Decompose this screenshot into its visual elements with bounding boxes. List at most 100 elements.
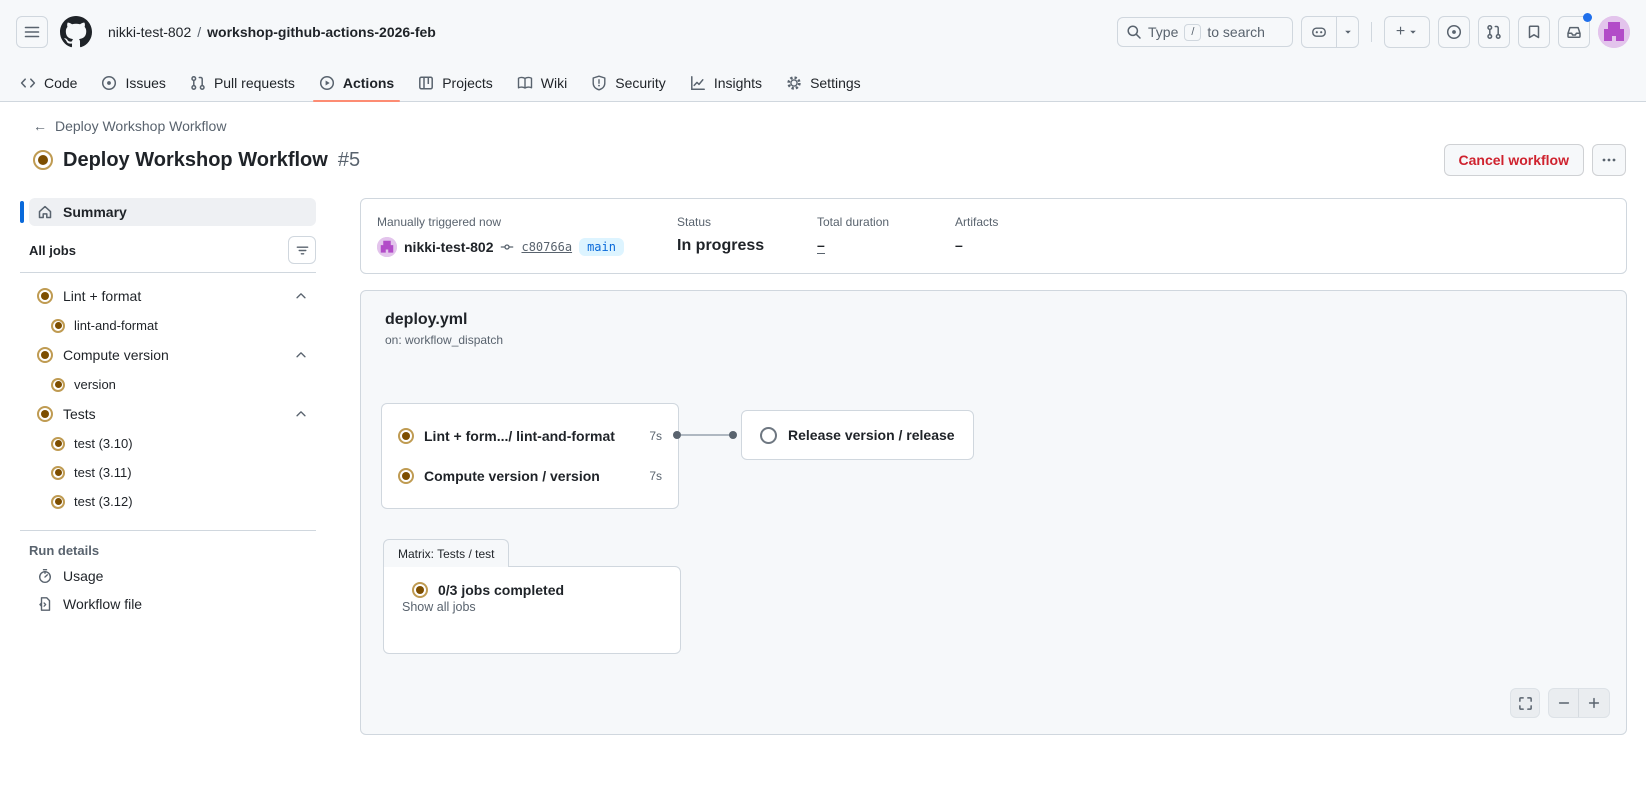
breadcrumb: nikki-test-802 / workshop-github-actions…: [108, 24, 436, 40]
job-item-test-311[interactable]: test (3.11): [20, 458, 316, 487]
graph-connector-dot: [673, 431, 681, 439]
copilot-button-group: [1301, 16, 1359, 48]
inbox-button[interactable]: [1558, 13, 1592, 48]
create-new-button[interactable]: +: [1384, 16, 1430, 48]
git-pull-request-icon: [190, 75, 206, 91]
show-all-jobs-link[interactable]: Show all jobs: [402, 600, 476, 614]
in-progress-status-icon: [37, 347, 53, 363]
job-item-version[interactable]: version: [20, 370, 316, 399]
sidebar-item-summary[interactable]: Summary: [29, 198, 316, 226]
breadcrumb-owner-link[interactable]: nikki-test-802: [108, 24, 191, 40]
job-group-compute-version[interactable]: Compute version: [20, 340, 316, 370]
sidebar-item-usage[interactable]: Usage: [29, 562, 316, 590]
zoom-out-button[interactable]: [1549, 689, 1579, 717]
in-progress-status-icon: [412, 582, 428, 598]
tab-pull-requests[interactable]: Pull requests: [178, 64, 307, 101]
issues-header-button[interactable]: [1438, 16, 1470, 48]
usage-label: Usage: [63, 568, 104, 584]
sidebar-divider: [20, 272, 316, 273]
fullscreen-button[interactable]: [1510, 688, 1540, 718]
copilot-dropdown-button[interactable]: [1336, 17, 1358, 47]
job-item-lint-and-format[interactable]: lint-and-format: [20, 311, 316, 340]
zoom-in-button[interactable]: [1579, 689, 1609, 717]
sidebar-item-workflow-file[interactable]: Workflow file: [29, 590, 316, 618]
in-progress-status-icon: [37, 288, 53, 304]
artifacts-label: Artifacts: [955, 215, 999, 229]
actor-login[interactable]: nikki-test-802: [404, 239, 493, 255]
workflow-graph-card: deploy.yml on: workflow_dispatch Lint + …: [360, 290, 1627, 735]
chevron-up-icon[interactable]: [294, 289, 308, 303]
pull-requests-header-button[interactable]: [1478, 16, 1510, 48]
home-icon: [37, 204, 53, 220]
bookmark-header-button[interactable]: [1518, 16, 1550, 48]
run-details-heading: Run details: [29, 543, 100, 558]
unread-notification-dot: [1583, 13, 1592, 22]
graph-job-compute-version[interactable]: Compute version / version 7s: [398, 456, 662, 496]
arrow-left-icon: ←: [33, 118, 47, 134]
issue-opened-icon: [1446, 24, 1462, 40]
book-icon: [517, 75, 533, 91]
job-item-label: version: [74, 377, 116, 392]
minus-icon: [1557, 696, 1571, 710]
in-progress-status-icon: [51, 465, 65, 480]
branch-badge[interactable]: main: [579, 238, 624, 256]
user-avatar[interactable]: [1598, 16, 1630, 48]
chevron-down-icon: [1343, 27, 1353, 37]
tab-security[interactable]: Security: [579, 64, 678, 101]
tab-code[interactable]: Code: [8, 64, 89, 101]
git-pull-request-icon: [1486, 24, 1502, 40]
header-actions: Type / to search +: [1117, 13, 1630, 48]
tab-settings[interactable]: Settings: [774, 64, 873, 101]
graph-job-lint-and-format[interactable]: Lint + form.../ lint-and-format 7s: [398, 416, 662, 456]
chevron-up-icon[interactable]: [294, 348, 308, 362]
duration-value: –: [817, 237, 825, 254]
back-to-workflow-link[interactable]: ← Deploy Workshop Workflow: [33, 118, 226, 134]
breadcrumb-repo-link[interactable]: workshop-github-actions-2026-feb: [207, 24, 436, 40]
job-item-test-312[interactable]: test (3.12): [20, 487, 316, 516]
tab-projects[interactable]: Projects: [406, 64, 505, 101]
cancel-workflow-button[interactable]: Cancel workflow: [1443, 144, 1584, 176]
matrix-status-row: 0/3 jobs completed: [412, 582, 664, 598]
filter-jobs-button[interactable]: [288, 236, 316, 264]
chevron-down-icon: [1408, 27, 1418, 37]
tab-insights[interactable]: Insights: [678, 64, 774, 101]
code-file-icon: [37, 596, 53, 612]
plus-icon: +: [1395, 23, 1406, 40]
chevron-up-icon[interactable]: [294, 407, 308, 421]
tab-label: Code: [44, 74, 78, 91]
graph-connector-dot: [729, 431, 737, 439]
tab-actions[interactable]: Actions: [307, 64, 406, 102]
job-group-label: Compute version: [63, 347, 169, 363]
run-main-content: Manually triggered now nikki-test-802 c8…: [360, 198, 1627, 735]
header-divider: [1371, 22, 1372, 42]
kebab-icon: [1601, 152, 1617, 168]
tab-issues[interactable]: Issues: [89, 64, 177, 101]
in-progress-status-icon: [398, 428, 414, 444]
job-group-tests[interactable]: Tests: [20, 399, 316, 429]
tab-label: Actions: [342, 74, 395, 91]
tab-label: Projects: [442, 74, 493, 91]
trigger-detail-row: nikki-test-802 c80766a main: [377, 237, 677, 257]
tab-wiki[interactable]: Wiki: [505, 64, 579, 101]
job-item-label: test (3.10): [74, 436, 133, 451]
job-group-lint-format[interactable]: Lint + format: [20, 281, 316, 311]
copilot-button[interactable]: [1302, 17, 1336, 47]
graph-connector-line: [681, 434, 731, 436]
actor-avatar[interactable]: [377, 237, 397, 257]
commit-link[interactable]: c80766a: [521, 240, 572, 254]
in-progress-status-icon: [51, 377, 65, 392]
graph-job-release[interactable]: Release version / release: [741, 410, 974, 460]
hamburger-menu-button[interactable]: [16, 16, 48, 48]
matrix-status-label: 0/3 jobs completed: [438, 582, 565, 598]
kebab-menu-button[interactable]: [1592, 144, 1626, 176]
github-logo-icon[interactable]: [60, 16, 92, 48]
code-icon: [20, 75, 36, 91]
job-item-test-310[interactable]: test (3.10): [20, 429, 316, 458]
graph-node-group: Lint + form.../ lint-and-format 7s Compu…: [381, 403, 679, 509]
search-input[interactable]: Type / to search: [1117, 17, 1293, 47]
workflow-file-label: Workflow file: [63, 596, 143, 612]
run-number: #5: [337, 148, 361, 171]
run-sidebar: Summary All jobs Lint + format lint-and-…: [20, 198, 316, 735]
job-item-label: test (3.11): [74, 465, 132, 480]
tab-label: Settings: [810, 74, 861, 91]
